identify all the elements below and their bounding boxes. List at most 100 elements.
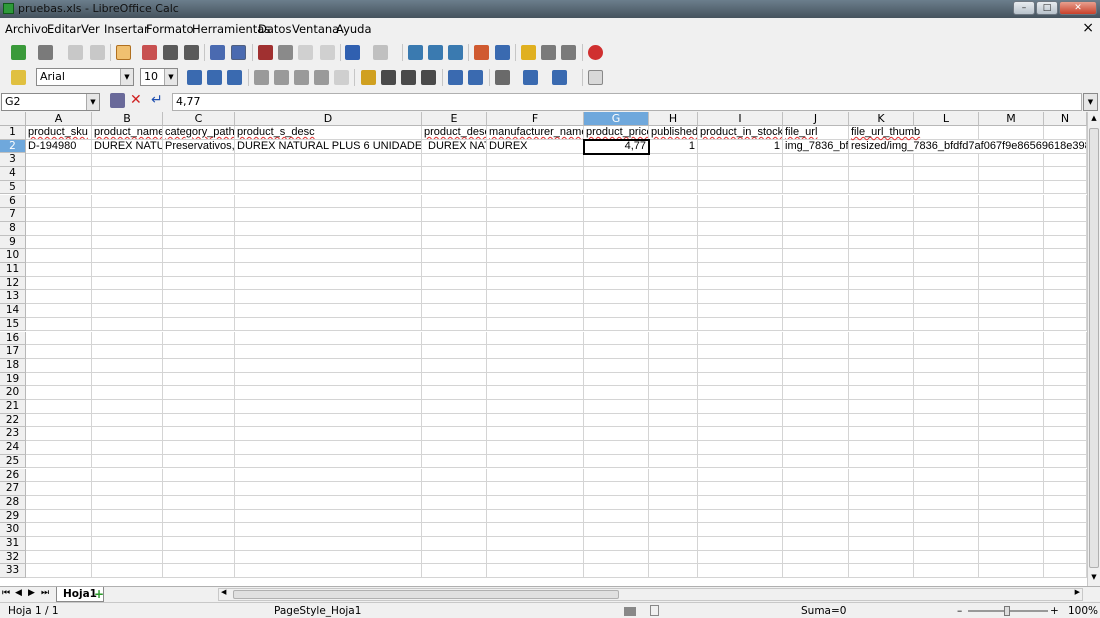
cell-empty[interactable] — [979, 495, 1044, 510]
zoom-in-icon[interactable]: + — [1050, 605, 1059, 617]
cell-empty[interactable] — [584, 331, 649, 346]
cell-empty[interactable] — [849, 509, 914, 524]
cell-empty[interactable] — [1044, 564, 1087, 579]
row-header-30[interactable]: 30 — [0, 523, 26, 537]
cell-empty[interactable] — [649, 468, 698, 483]
cell-empty[interactable] — [698, 263, 783, 277]
cell-empty[interactable] — [422, 441, 487, 455]
cell-empty[interactable] — [849, 454, 914, 469]
cell-empty[interactable] — [235, 263, 422, 277]
cell-empty[interactable] — [584, 509, 649, 524]
row-header-16[interactable]: 16 — [0, 331, 26, 346]
cell-empty[interactable] — [698, 564, 783, 579]
cell-empty[interactable] — [979, 126, 1044, 140]
cell-empty[interactable] — [163, 290, 235, 305]
hyperlink-icon[interactable] — [408, 45, 423, 60]
cell-empty[interactable] — [1044, 276, 1087, 291]
cell-empty[interactable] — [914, 495, 979, 510]
cell-empty[interactable] — [235, 153, 422, 168]
cell-empty[interactable] — [235, 441, 422, 455]
cell-j2[interactable]: img_7836_bfdfd7 — [783, 140, 849, 154]
menu-insertar[interactable]: Insertar — [104, 22, 149, 36]
background-color-icon[interactable] — [523, 70, 538, 85]
cell-empty[interactable] — [163, 331, 235, 346]
cell-empty[interactable] — [649, 441, 698, 455]
cell-empty[interactable] — [1044, 550, 1087, 565]
cell-empty[interactable] — [649, 454, 698, 469]
cell-empty[interactable] — [979, 400, 1044, 414]
cell-empty[interactable] — [584, 468, 649, 483]
cell-empty[interactable] — [914, 358, 979, 373]
cell-empty[interactable] — [422, 400, 487, 414]
row-header-26[interactable]: 26 — [0, 468, 26, 483]
cell-empty[interactable] — [649, 495, 698, 510]
cell-empty[interactable] — [849, 482, 914, 496]
cell-empty[interactable] — [979, 290, 1044, 305]
cell-empty[interactable] — [487, 358, 584, 373]
add-decimal-icon[interactable] — [421, 70, 436, 85]
menu-datos[interactable]: Datos — [258, 22, 291, 36]
cell-empty[interactable] — [487, 427, 584, 442]
cell-empty[interactable] — [783, 235, 849, 250]
cell-empty[interactable] — [783, 180, 849, 195]
cell-empty[interactable] — [487, 235, 584, 250]
cell-empty[interactable] — [979, 221, 1044, 236]
cell-empty[interactable] — [979, 427, 1044, 442]
cell-empty[interactable] — [584, 358, 649, 373]
cell-empty[interactable] — [235, 495, 422, 510]
cell-empty[interactable] — [698, 358, 783, 373]
cell-empty[interactable] — [26, 263, 92, 277]
cell-empty[interactable] — [783, 468, 849, 483]
cell-empty[interactable] — [235, 454, 422, 469]
merge-cells-icon[interactable] — [334, 70, 349, 85]
menu-editar[interactable]: Editar — [47, 22, 81, 36]
cell-empty[interactable] — [649, 413, 698, 428]
cell-empty[interactable] — [698, 167, 783, 181]
cell-empty[interactable] — [487, 482, 584, 496]
column-header-f[interactable]: F — [487, 112, 584, 126]
styles-icon[interactable] — [11, 70, 26, 85]
cell-empty[interactable] — [487, 249, 584, 263]
row-header-7[interactable]: 7 — [0, 208, 26, 222]
cell-empty[interactable] — [422, 372, 487, 387]
cell-empty[interactable] — [584, 276, 649, 291]
row-header-1[interactable]: 1 — [0, 126, 26, 140]
increase-indent-icon[interactable] — [468, 70, 483, 85]
cell-empty[interactable] — [1044, 304, 1087, 318]
cell-empty[interactable] — [783, 345, 849, 359]
cell-empty[interactable] — [1044, 331, 1087, 346]
cell-empty[interactable] — [698, 495, 783, 510]
cell-empty[interactable] — [979, 180, 1044, 195]
cell-empty[interactable] — [649, 400, 698, 414]
cell-empty[interactable] — [584, 454, 649, 469]
cell-empty[interactable] — [849, 495, 914, 510]
paste-icon[interactable] — [298, 45, 313, 60]
cell-empty[interactable] — [783, 358, 849, 373]
row-header-12[interactable]: 12 — [0, 276, 26, 291]
cell-empty[interactable] — [92, 482, 163, 496]
next-sheet-icon[interactable]: ▶ — [28, 588, 35, 598]
cell-empty[interactable] — [163, 413, 235, 428]
cell-empty[interactable] — [979, 208, 1044, 222]
cell-empty[interactable] — [487, 208, 584, 222]
cell-empty[interactable] — [698, 290, 783, 305]
cell-empty[interactable] — [1044, 482, 1087, 496]
cell-empty[interactable] — [914, 208, 979, 222]
open-icon[interactable] — [38, 45, 53, 60]
cell-empty[interactable] — [235, 290, 422, 305]
cell-empty[interactable] — [92, 441, 163, 455]
cell-empty[interactable] — [914, 482, 979, 496]
cell-empty[interactable] — [649, 208, 698, 222]
cell-empty[interactable] — [1044, 400, 1087, 414]
cell-empty[interactable] — [1044, 372, 1087, 387]
cell-empty[interactable] — [849, 304, 914, 318]
row-header-32[interactable]: 32 — [0, 550, 26, 565]
cell-empty[interactable] — [422, 564, 487, 579]
column-header-i[interactable]: I — [698, 112, 783, 126]
cell-e1[interactable]: product_desc — [422, 126, 487, 140]
cell-empty[interactable] — [698, 345, 783, 359]
cell-empty[interactable] — [235, 372, 422, 387]
cell-empty[interactable] — [26, 454, 92, 469]
pivot-table-icon[interactable] — [495, 45, 510, 60]
cell-empty[interactable] — [235, 194, 422, 209]
